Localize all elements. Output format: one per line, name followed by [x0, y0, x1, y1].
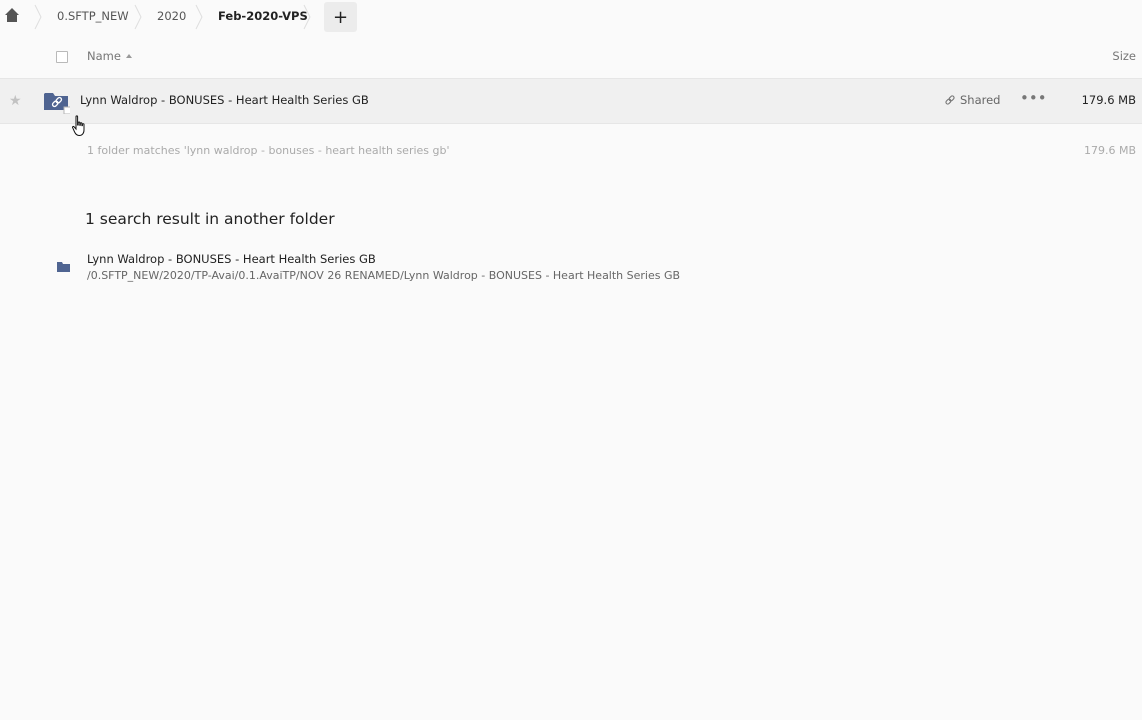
- search-result-name[interactable]: Lynn Waldrop - BONUSES - Heart Health Se…: [87, 252, 376, 266]
- sort-ascending-icon: [126, 54, 132, 58]
- breadcrumb-separator-icon: [34, 4, 42, 30]
- sort-by-size[interactable]: Size: [1112, 49, 1136, 63]
- file-list-header: Name Size: [0, 36, 1142, 79]
- home-icon[interactable]: [4, 6, 20, 24]
- search-result-path: /0.SFTP_NEW/2020/TP-Avai/0.1.AvaiTP/NOV …: [87, 269, 681, 282]
- breadcrumb-separator-icon: [303, 4, 311, 30]
- breadcrumb-item-current[interactable]: Feb-2020-VPS: [218, 9, 308, 23]
- breadcrumb-item-sftp-new[interactable]: 0.SFTP_NEW: [57, 9, 129, 23]
- folder-icon: [57, 262, 70, 272]
- file-name[interactable]: Lynn Waldrop - BONUSES - Heart Health Se…: [80, 93, 369, 107]
- file-row[interactable]: ★ Lynn Waldrop - BONUSES - Heart Health …: [0, 79, 1142, 124]
- shared-button[interactable]: Shared: [944, 93, 1001, 107]
- sort-by-name[interactable]: Name: [87, 49, 121, 63]
- link-icon: [945, 95, 955, 105]
- select-all-checkbox[interactable]: [56, 51, 68, 63]
- shared-label: Shared: [960, 93, 1001, 107]
- file-size: 179.6 MB: [1081, 93, 1136, 107]
- hand-pointer-cursor-icon: [72, 115, 85, 137]
- breadcrumb-separator-icon: [134, 4, 142, 30]
- search-summary: 1 folder matches 'lynn waldrop - bonuses…: [87, 144, 450, 157]
- breadcrumb-separator-icon: [195, 4, 203, 30]
- other-results-heading: 1 search result in another folder: [85, 210, 335, 228]
- breadcrumb: 0.SFTP_NEW 2020 Feb-2020-VPS +: [0, 0, 1142, 34]
- more-actions-icon[interactable]: •••: [1020, 89, 1047, 107]
- search-summary-size: 179.6 MB: [1083, 144, 1136, 157]
- plus-icon: +: [332, 6, 349, 28]
- shared-folder-icon[interactable]: [44, 90, 70, 114]
- breadcrumb-item-2020[interactable]: 2020: [157, 9, 186, 23]
- search-result-item[interactable]: Lynn Waldrop - BONUSES - Heart Health Se…: [0, 248, 700, 290]
- new-button[interactable]: +: [324, 2, 357, 32]
- favorite-star-icon[interactable]: ★: [9, 93, 22, 109]
